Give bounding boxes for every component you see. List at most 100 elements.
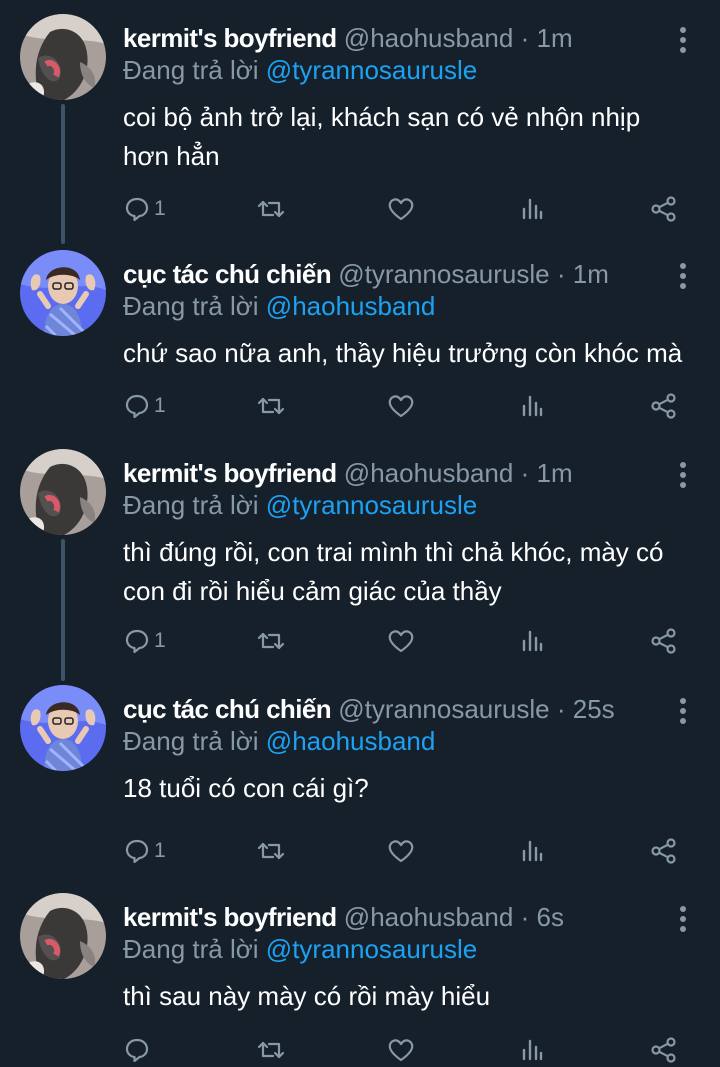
tweet-actions: 1: [0, 391, 720, 421]
share-icon: [651, 393, 676, 419]
timestamp[interactable]: 1m: [536, 458, 572, 488]
tweet-actions: 1: [0, 626, 720, 656]
share-button[interactable]: [650, 626, 678, 656]
reply-count: 1: [154, 197, 166, 220]
replying-to: Đang trả lời @tyrannosaurusle: [123, 489, 477, 521]
retweet-button[interactable]: [257, 836, 285, 866]
more-options-icon[interactable]: [677, 697, 689, 725]
analytics-button[interactable]: [519, 1035, 545, 1065]
reply-button[interactable]: [124, 1035, 154, 1065]
share-icon: [651, 1037, 676, 1063]
mention-link[interactable]: @haohusband: [266, 726, 436, 756]
reply-button[interactable]: 1: [124, 194, 166, 224]
heart-icon: [388, 840, 414, 863]
avatar[interactable]: [20, 250, 106, 336]
share-button[interactable]: [650, 1035, 678, 1065]
analytics-button[interactable]: [519, 391, 545, 421]
username[interactable]: @tyrannosaurusle: [338, 694, 549, 724]
tweet-text: coi bộ ảnh trở lại, khách sạn có vẻ nhộn…: [123, 102, 641, 171]
timestamp[interactable]: 1m: [536, 23, 572, 53]
heart-icon: [388, 395, 414, 418]
more-options-icon[interactable]: [677, 905, 689, 933]
mention-link[interactable]: @tyrannosaurusle: [266, 490, 477, 520]
analytics-button[interactable]: [519, 194, 545, 224]
retweet-icon: [257, 200, 285, 218]
analytics-icon: [522, 840, 543, 862]
reply-count: 1: [154, 629, 166, 652]
more-options-icon[interactable]: [677, 262, 689, 290]
tweet-header: kermit's boyfriend @haohusband · 1m: [123, 457, 660, 489]
display-name[interactable]: kermit's boyfriend: [123, 458, 337, 488]
timestamp[interactable]: 25s: [573, 694, 615, 724]
replying-to-label: Đang trả lời: [123, 934, 259, 964]
replying-to: Đang trả lời @tyrannosaurusle: [123, 933, 477, 965]
retweet-button[interactable]: [257, 626, 285, 656]
avatar[interactable]: [20, 893, 106, 979]
mention-link[interactable]: @tyrannosaurusle: [266, 55, 477, 85]
replying-to: Đang trả lời @haohusband: [123, 290, 435, 322]
username[interactable]: @tyrannosaurusle: [338, 259, 549, 289]
thread-line: [61, 539, 65, 681]
tweet-text: chứ sao nữa anh, thầy hiệu trưởng còn kh…: [123, 338, 683, 368]
separator-dot: ·: [520, 902, 530, 932]
tweet-actions: 1: [0, 836, 720, 866]
separator-dot: ·: [520, 458, 530, 488]
like-button[interactable]: [387, 391, 415, 421]
heart-icon: [388, 1039, 414, 1062]
like-button[interactable]: [387, 626, 415, 656]
share-button[interactable]: [650, 194, 678, 224]
avatar[interactable]: [20, 685, 106, 771]
retweet-icon: [257, 397, 285, 415]
retweet-icon: [257, 632, 285, 650]
avatar[interactable]: [20, 14, 106, 100]
display-name[interactable]: kermit's boyfriend: [123, 23, 337, 53]
reply-count: 1: [154, 839, 166, 862]
reply-icon: [125, 394, 149, 419]
reply-icon: [125, 839, 149, 864]
like-button[interactable]: [387, 836, 415, 866]
reply-count: 1: [154, 394, 166, 417]
more-options-icon[interactable]: [677, 461, 689, 489]
replying-to-label: Đang trả lời: [123, 726, 259, 756]
username[interactable]: @haohusband: [344, 23, 514, 53]
heart-icon: [388, 198, 414, 221]
reply-button[interactable]: 1: [124, 626, 166, 656]
reply-icon: [125, 197, 149, 222]
display-name[interactable]: kermit's boyfriend: [123, 902, 337, 932]
retweet-button[interactable]: [257, 391, 285, 421]
mention-link[interactable]: @tyrannosaurusle: [266, 934, 477, 964]
timestamp[interactable]: 6s: [536, 902, 563, 932]
share-button[interactable]: [650, 391, 678, 421]
share-button[interactable]: [650, 836, 678, 866]
username[interactable]: @haohusband: [344, 458, 514, 488]
reply-button[interactable]: 1: [124, 391, 166, 421]
retweet-button[interactable]: [257, 194, 285, 224]
username[interactable]: @haohusband: [344, 902, 514, 932]
like-button[interactable]: [387, 194, 415, 224]
like-button[interactable]: [387, 1035, 415, 1065]
tweet-header: cục tác chú chiến @tyrannosaurusle · 25s: [123, 693, 660, 725]
tweet-actions: 1: [0, 194, 720, 224]
analytics-button[interactable]: [519, 626, 545, 656]
tweet-header: kermit's boyfriend @haohusband · 1m: [123, 22, 660, 54]
tweet-text: thì đúng rồi, con trai mình thì chả khóc…: [123, 537, 664, 606]
reply-button[interactable]: 1: [124, 836, 166, 866]
share-icon: [651, 196, 676, 222]
retweet-button[interactable]: [257, 1035, 285, 1065]
display-name[interactable]: cục tác chú chiến: [123, 694, 332, 724]
reply-icon: [125, 629, 149, 654]
display-name[interactable]: cục tác chú chiến: [123, 259, 332, 289]
heart-icon: [388, 630, 414, 653]
separator-dot: ·: [556, 259, 566, 289]
analytics-button[interactable]: [519, 836, 545, 866]
avatar[interactable]: [20, 449, 106, 535]
tweet-header: kermit's boyfriend @haohusband · 6s: [123, 901, 660, 933]
more-options-icon[interactable]: [677, 26, 689, 54]
mention-link[interactable]: @haohusband: [266, 291, 436, 321]
analytics-icon: [522, 395, 543, 417]
separator-dot: ·: [556, 694, 566, 724]
share-icon: [651, 628, 676, 654]
reply-icon: [125, 1038, 149, 1063]
timestamp[interactable]: 1m: [573, 259, 609, 289]
retweet-icon: [257, 1041, 285, 1059]
